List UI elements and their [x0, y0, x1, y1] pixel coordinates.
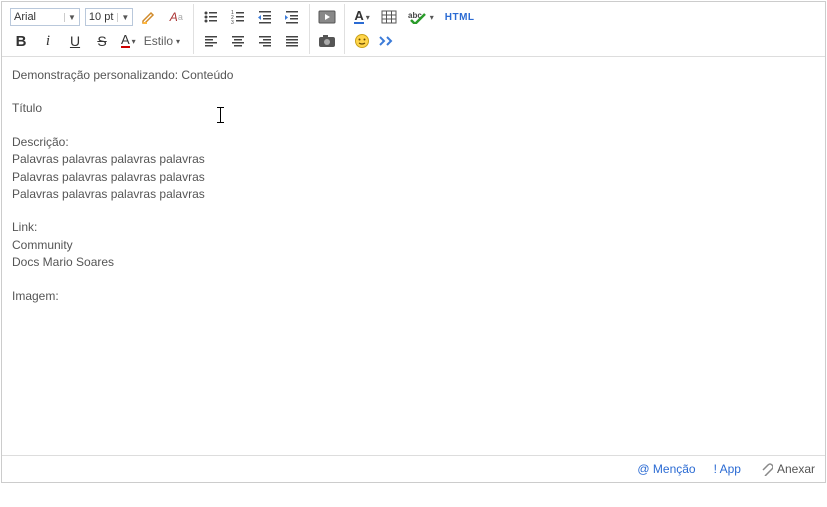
- strikethrough-button[interactable]: S: [91, 31, 113, 51]
- content-line: Palavras palavras palavras palavras: [12, 169, 815, 186]
- content-line: Docs Mario Soares: [12, 254, 815, 271]
- content-line: Community: [12, 237, 815, 254]
- highlight-button[interactable]: [138, 7, 160, 27]
- font-size-dropdown[interactable]: 10 pt ▼: [85, 8, 133, 26]
- chevron-down-icon: ▼: [117, 13, 129, 22]
- image-button[interactable]: [316, 31, 338, 51]
- editor-content-area[interactable]: Demonstração personalizando: Conteúdo Tí…: [2, 57, 825, 455]
- underline-button[interactable]: U: [64, 31, 86, 51]
- svg-text:3: 3: [231, 20, 234, 25]
- rich-text-editor: Arial ▼ 10 pt ▼ Aa B: [1, 1, 826, 483]
- font-family-value: Arial: [14, 11, 64, 23]
- content-line: Título: [12, 100, 815, 117]
- align-center-button[interactable]: [227, 31, 249, 51]
- more-button[interactable]: [378, 31, 400, 51]
- app-button[interactable]: ! App: [714, 462, 741, 476]
- toolbar-group-insert: A ▾ abc ▾ HTML: [345, 4, 483, 54]
- content-line: Link:: [12, 219, 815, 236]
- mention-button[interactable]: @ Menção: [637, 462, 695, 476]
- content-line: Descrição:: [12, 134, 815, 151]
- content-line: Palavras palavras palavras palavras: [12, 151, 815, 168]
- font-size-value: 10 pt: [89, 11, 117, 23]
- attach-label: Anexar: [777, 462, 815, 476]
- text-bgcolor-button[interactable]: A ▾: [351, 7, 372, 27]
- clear-format-button[interactable]: Aa: [165, 7, 187, 27]
- bold-button[interactable]: B: [10, 31, 32, 51]
- indent-button[interactable]: [281, 7, 303, 27]
- font-color-button[interactable]: A ▾: [118, 31, 139, 51]
- chevron-down-icon: ▼: [64, 13, 76, 22]
- style-label: Estilo: [144, 34, 173, 48]
- italic-button[interactable]: i: [37, 31, 59, 51]
- content-line: Palavras palavras palavras palavras: [12, 186, 815, 203]
- toolbar-group-media: [310, 4, 345, 54]
- outdent-button[interactable]: [254, 7, 276, 27]
- html-source-button[interactable]: HTML: [442, 7, 478, 27]
- font-family-dropdown[interactable]: Arial ▼: [10, 8, 80, 26]
- toolbar: Arial ▼ 10 pt ▼ Aa B: [2, 2, 825, 57]
- align-left-button[interactable]: [200, 31, 222, 51]
- attach-button[interactable]: Anexar: [759, 462, 815, 476]
- toolbar-group-font: Arial ▼ 10 pt ▼ Aa B: [4, 4, 194, 54]
- chevron-down-icon: ▾: [176, 37, 180, 46]
- style-dropdown[interactable]: Estilo ▾: [144, 31, 180, 51]
- editor-footer: @ Menção ! App Anexar: [2, 455, 825, 482]
- app-label: ! App: [714, 462, 741, 476]
- align-right-button[interactable]: [254, 31, 276, 51]
- number-list-button[interactable]: 123: [227, 7, 249, 27]
- table-button[interactable]: [378, 7, 400, 27]
- spellcheck-button[interactable]: abc ▾: [405, 7, 437, 27]
- content-line: Imagem:: [12, 288, 815, 305]
- mention-label: @ Menção: [637, 462, 695, 476]
- paperclip-icon: [759, 462, 773, 476]
- align-justify-button[interactable]: [281, 31, 303, 51]
- bullet-list-button[interactable]: [200, 7, 222, 27]
- content-line: Demonstração personalizando: Conteúdo: [12, 67, 815, 84]
- video-button[interactable]: [316, 7, 338, 27]
- toolbar-group-paragraph: 123: [194, 4, 310, 54]
- emoji-button[interactable]: [351, 31, 373, 51]
